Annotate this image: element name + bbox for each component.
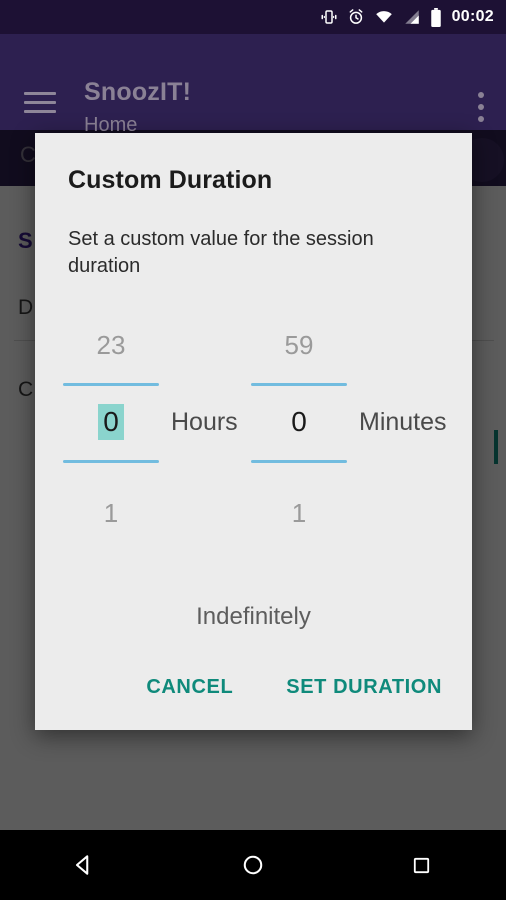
hamburger-line [24, 101, 56, 104]
app-title: SnoozIT! [84, 78, 192, 106]
recents-square-icon[interactable] [377, 830, 467, 900]
custom-duration-dialog: Custom Duration Set a custom value for t… [35, 133, 472, 730]
minutes-picker-column[interactable]: 59 0 1 [249, 318, 349, 543]
minutes-picker[interactable]: 59 0 1 Minutes [249, 318, 447, 543]
duration-pickers: 23 0 1 Hours 59 0 1 Minutes [35, 318, 472, 543]
hamburger-menu-icon[interactable] [24, 92, 56, 114]
minutes-value-above[interactable]: 59 [249, 330, 349, 361]
minutes-rule-top [251, 383, 347, 386]
back-triangle-icon[interactable] [39, 830, 129, 900]
overflow-menu-icon[interactable] [478, 92, 484, 128]
set-duration-button[interactable]: SET DURATION [282, 670, 446, 705]
dialog-title: Custom Duration [68, 166, 273, 194]
status-bar: 00:02 [0, 0, 506, 34]
hours-current-value[interactable]: 0 [61, 404, 161, 440]
overflow-dot [478, 116, 484, 122]
vibrate-icon [320, 8, 338, 26]
wifi-icon [374, 8, 394, 26]
cancel-button[interactable]: CANCEL [142, 670, 237, 705]
hours-value-selected[interactable]: 0 [98, 404, 124, 440]
indefinitely-option[interactable]: Indefinitely [35, 603, 472, 631]
minutes-current-value[interactable]: 0 [249, 406, 349, 438]
hours-rule-bottom [63, 460, 159, 463]
android-nav-bar [0, 830, 506, 900]
hours-picker-column[interactable]: 23 0 1 [61, 318, 161, 543]
dialog-actions: CANCEL SET DURATION [142, 670, 446, 705]
hours-value-above[interactable]: 23 [61, 330, 161, 361]
dialog-message: Set a custom value for the session durat… [68, 228, 374, 277]
hours-value-below[interactable]: 1 [61, 498, 161, 529]
minutes-rule-bottom [251, 460, 347, 463]
app-bar: SnoozIT! Home [0, 34, 506, 136]
hours-label: Hours [171, 408, 238, 436]
alarm-icon [347, 8, 365, 26]
phone-screen: 00:02 SnoozIT! Home C S D C Custom Durat… [0, 0, 506, 900]
hamburger-line [24, 110, 56, 113]
hours-rule-top [63, 383, 159, 386]
hours-picker[interactable]: 23 0 1 Hours [61, 318, 251, 543]
signal-icon [403, 8, 421, 26]
minutes-label: Minutes [359, 408, 447, 436]
status-bar-clock: 00:02 [451, 8, 494, 25]
overflow-dot [478, 104, 484, 110]
battery-icon [430, 7, 442, 27]
overflow-dot [478, 92, 484, 98]
hamburger-line [24, 92, 56, 95]
home-circle-icon[interactable] [208, 830, 298, 900]
minutes-value-below[interactable]: 1 [249, 498, 349, 529]
